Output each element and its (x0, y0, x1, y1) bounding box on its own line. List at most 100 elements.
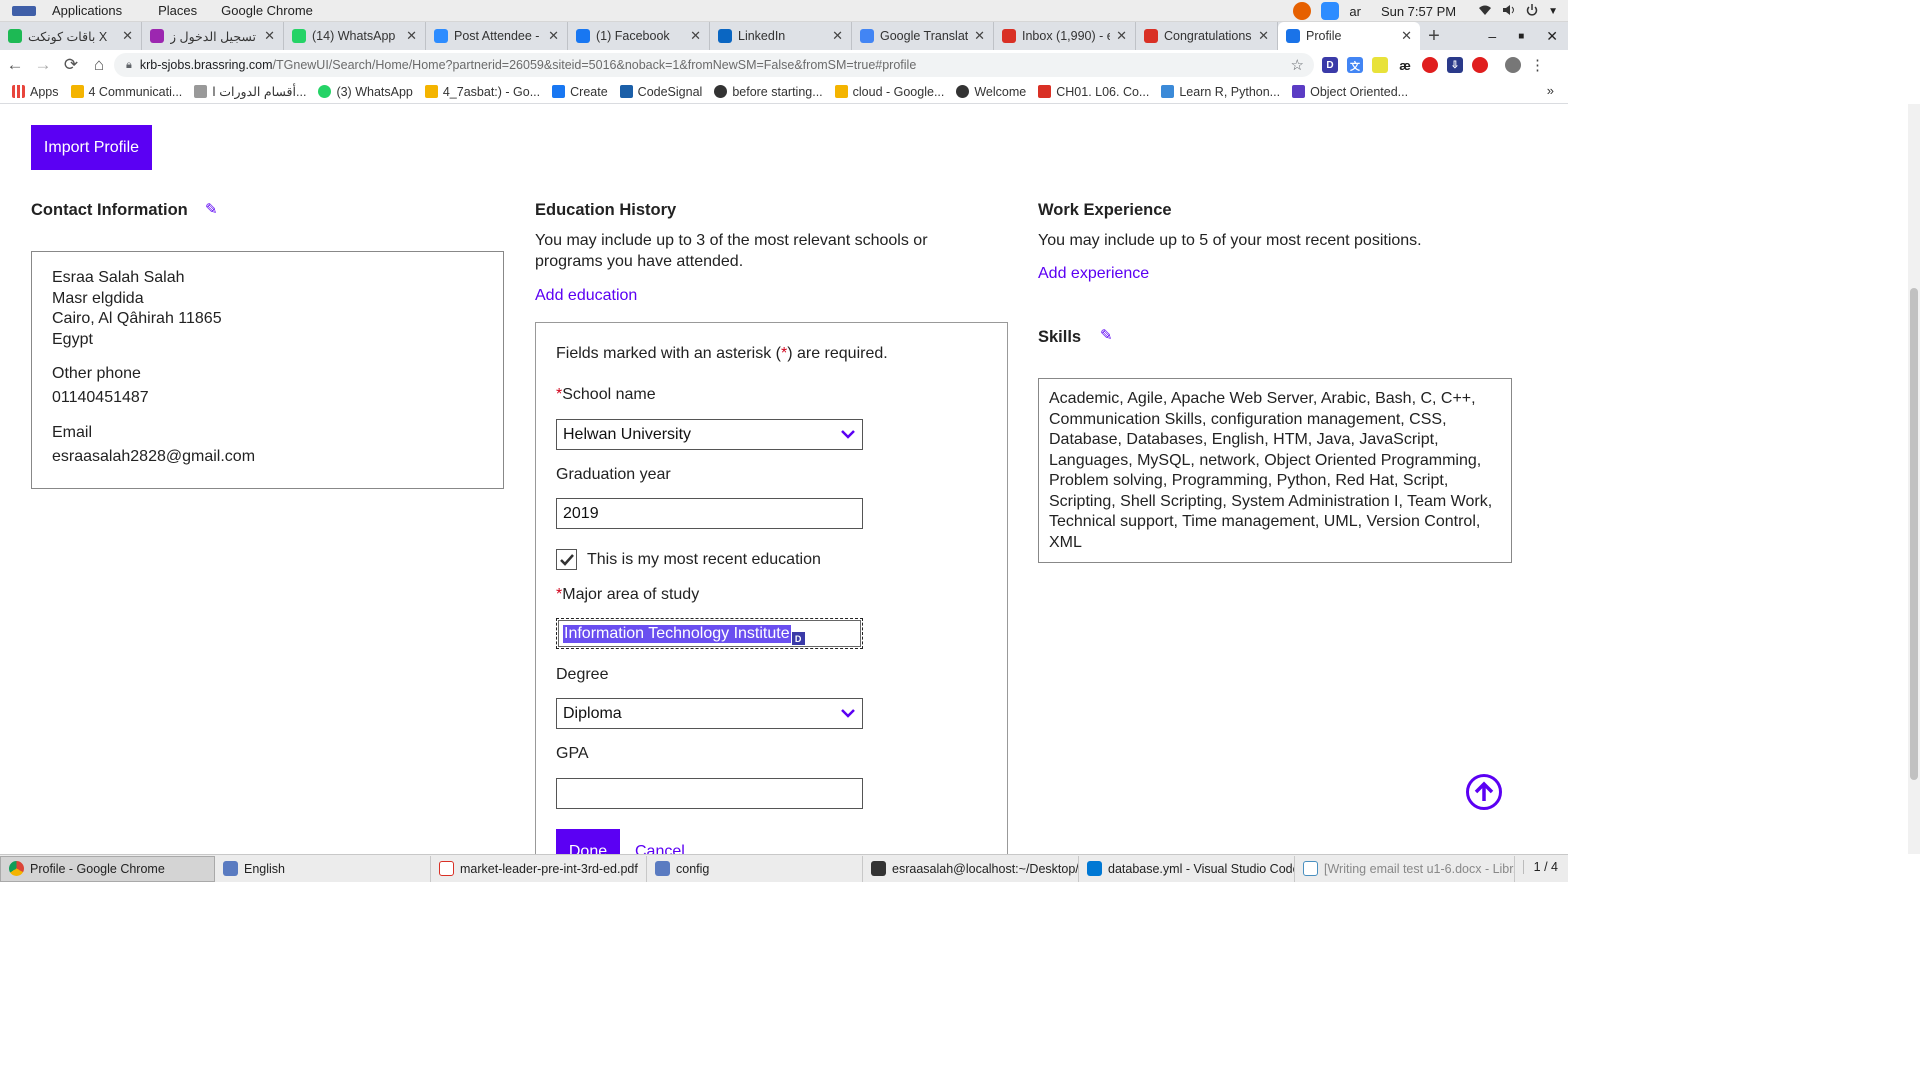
keyboard-layout-indicator[interactable]: ar (1349, 4, 1361, 19)
more-menu-icon[interactable]: ⋮ (1530, 56, 1545, 74)
done-button[interactable]: Done (556, 829, 620, 854)
taskbar-item[interactable]: [Writing email test u1-6.docx - Libr... (1295, 855, 1515, 882)
reload-icon[interactable]: ⟳ (58, 52, 84, 78)
tab-favicon-icon (718, 29, 732, 43)
back-to-top-button[interactable] (1466, 774, 1502, 810)
apps-grid-icon (12, 85, 25, 98)
profile-avatar[interactable] (1505, 57, 1521, 73)
address-bar[interactable]: 🔒︎ krb-sjobs.brassring.com/TGnewUI/Searc… (114, 53, 1314, 77)
browser-tab[interactable]: (1) Facebook ✕ (568, 22, 710, 50)
extension-d-icon[interactable]: D (1322, 57, 1338, 73)
wifi-icon[interactable] (1478, 4, 1492, 19)
browser-tab[interactable]: تسجيل الدخول ز ✕ (142, 22, 284, 50)
email-label: Email (52, 424, 93, 441)
phone-value: 01140451487 (52, 388, 149, 406)
translate-extension-icon[interactable]: 文 (1347, 57, 1363, 73)
close-tab-icon[interactable]: ✕ (264, 28, 275, 44)
degree-select[interactable]: Diploma (556, 698, 863, 729)
import-profile-button[interactable]: Import Profile (31, 125, 152, 170)
home-icon[interactable]: ⌂ (86, 52, 112, 78)
red-extension-icon[interactable] (1472, 57, 1488, 73)
places-menu[interactable]: Places (146, 3, 209, 18)
skills-heading: Skills (1038, 328, 1082, 346)
bookmark-item[interactable]: Object Oriented... (1286, 85, 1414, 99)
taskbar-item[interactable]: config (647, 855, 863, 882)
applications-menu[interactable]: Applications (0, 3, 146, 18)
email-value: esraasalah2828@gmail.com (52, 447, 256, 465)
taskbar-item-chrome[interactable]: Profile - Google Chrome (0, 855, 215, 882)
bookmark-item[interactable]: أقسام الدورات ا... (188, 84, 312, 99)
scrollbar-thumb[interactable] (1910, 288, 1918, 780)
input-value-selected: Information Technology Institute (563, 624, 791, 643)
bookmark-item[interactable]: Welcome (950, 85, 1032, 99)
chevron-down-icon[interactable]: ▼ (1548, 6, 1558, 17)
browser-tab[interactable]: باقات كونكت X ✕ (0, 22, 142, 50)
download-extension-icon[interactable]: ⇩ (1447, 57, 1463, 73)
graduation-year-input[interactable]: 2019 (556, 498, 863, 529)
zoom-tray-icon[interactable] (1321, 2, 1340, 20)
edit-skills-pencil-icon[interactable]: ✎ (1100, 326, 1113, 344)
add-experience-link[interactable]: Add experience (1038, 265, 1149, 283)
firefox-tray-icon[interactable] (1293, 2, 1312, 20)
app-menu-chrome[interactable]: Google Chrome (209, 3, 325, 18)
autofill-d-icon[interactable]: D (791, 632, 805, 645)
add-education-link[interactable]: Add education (535, 287, 637, 305)
school-name-select[interactable]: Helwan University (556, 419, 863, 450)
bookmark-star-icon[interactable]: ☆ (1291, 56, 1304, 74)
lock-icon[interactable]: 🔒︎ (126, 59, 132, 72)
browser-tab[interactable]: (14) WhatsApp ✕ (284, 22, 426, 50)
clock[interactable]: Sun 7:57 PM (1381, 4, 1456, 19)
bookmark-item[interactable]: CodeSignal (614, 85, 709, 99)
close-tab-icon[interactable]: ✕ (690, 28, 701, 44)
page-scrollbar[interactable] (1908, 104, 1920, 854)
cancel-link[interactable]: Cancel (635, 843, 685, 854)
extension-yellow-icon[interactable] (1372, 57, 1388, 73)
taskbar-item[interactable]: English (215, 855, 431, 882)
opera-extension-icon[interactable] (1422, 57, 1438, 73)
close-tab-icon[interactable]: ✕ (1116, 28, 1127, 44)
contact-heading: Contact Information (31, 201, 188, 219)
browser-tab[interactable]: LinkedIn ✕ (710, 22, 852, 50)
bookmark-item[interactable]: 4_7asbat:) - Go... (419, 85, 546, 99)
ae-extension-icon[interactable]: æ (1397, 57, 1413, 73)
bookmark-item[interactable]: (3) WhatsApp (312, 85, 418, 99)
volume-icon[interactable] (1502, 4, 1516, 19)
minimize-icon[interactable]: – (1488, 28, 1496, 44)
new-tab-button[interactable]: + (1420, 22, 1448, 50)
most-recent-education-checkbox[interactable] (556, 549, 577, 570)
bookmarks-overflow-icon[interactable]: » (1547, 83, 1554, 98)
power-icon[interactable] (1526, 3, 1538, 19)
bookmark-item[interactable]: before starting... (708, 85, 828, 99)
back-icon[interactable]: ← (2, 52, 28, 78)
bookmark-item[interactable]: cloud - Google... (829, 85, 951, 99)
taskbar-item[interactable]: market-leader-pre-int-3rd-ed.pdf (431, 855, 647, 882)
browser-tab[interactable]: Post Attendee - Z ✕ (426, 22, 568, 50)
close-tab-icon[interactable]: ✕ (1258, 28, 1269, 44)
maximize-icon[interactable]: ■ (1518, 31, 1524, 42)
workspace-pager[interactable]: 1 / 4 (1522, 860, 1558, 874)
browser-tab-active[interactable]: Profile ✕ (1278, 22, 1420, 50)
browser-tab[interactable]: Congratulations! ✕ (1136, 22, 1278, 50)
bookmark-item[interactable]: Create (546, 85, 614, 99)
taskbar-item[interactable]: database.yml - Visual Studio Code (1079, 855, 1295, 882)
close-window-icon[interactable]: ✕ (1546, 28, 1558, 45)
close-tab-icon[interactable]: ✕ (832, 28, 843, 44)
browser-tab[interactable]: Google Translate ✕ (852, 22, 994, 50)
major-input[interactable]: Information Technology Institute D (556, 618, 863, 649)
edit-contact-pencil-icon[interactable]: ✎ (205, 200, 218, 218)
taskbar-item[interactable]: esraasalah@localhost:~/Desktop/rub... (863, 855, 1079, 882)
close-tab-icon[interactable]: ✕ (122, 28, 133, 44)
bookmark-item[interactable]: Learn R, Python... (1155, 85, 1286, 99)
applications-menu-label: Applications (52, 3, 123, 18)
browser-tab[interactable]: Inbox (1,990) - e ✕ (994, 22, 1136, 50)
close-tab-icon[interactable]: ✕ (974, 28, 985, 44)
close-tab-icon[interactable]: ✕ (406, 28, 417, 44)
bookmark-item[interactable]: CH01. L06. Co... (1032, 85, 1155, 99)
bookmark-item[interactable]: 4 Communicati... (65, 85, 189, 99)
gpa-input[interactable] (556, 778, 863, 809)
close-tab-icon[interactable]: ✕ (548, 28, 559, 44)
forward-icon[interactable]: → (30, 52, 56, 78)
site-icon (194, 85, 208, 98)
bookmark-apps[interactable]: Apps (6, 85, 65, 99)
close-tab-icon[interactable]: ✕ (1401, 28, 1412, 44)
